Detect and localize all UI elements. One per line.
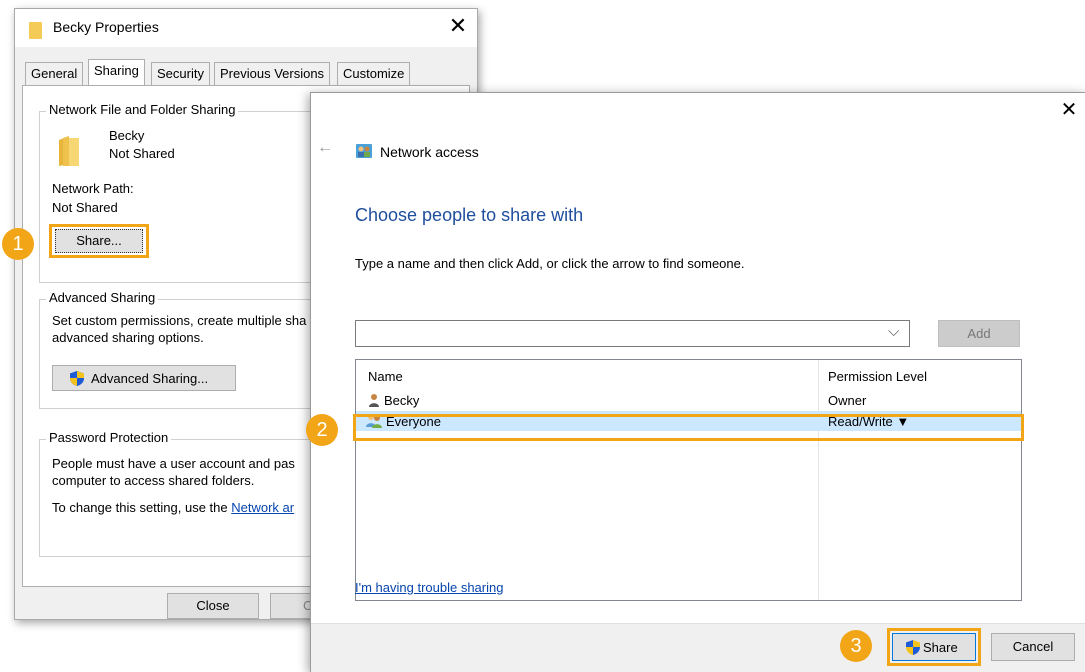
instruction-text: Type a name and then click Add, or click… [355,256,745,271]
properties-close-button[interactable]: ✕ [445,13,471,39]
network-and-sharing-center-link[interactable]: Network ar [231,500,294,515]
column-header-permission[interactable]: Permission Level [828,369,927,384]
tab-security[interactable]: Security [151,62,210,85]
share-confirm-button[interactable]: Share [892,633,976,661]
password-protection-text-1: People must have a user account and pas [52,456,295,471]
network-access-footer: Share Cancel [311,623,1085,672]
advanced-sharing-group-title: Advanced Sharing [46,290,159,305]
tab-customize[interactable]: Customize [337,62,411,85]
back-arrow-icon[interactable]: ← [317,139,333,157]
trouble-sharing-link[interactable]: I'm having trouble sharing [355,580,503,595]
advanced-sharing-desc-2: advanced sharing options. [52,330,204,345]
share-status: Not Shared [109,146,175,161]
network-access-title: Network access [380,144,479,160]
step-badge-1: 1 [2,228,34,260]
folder-name: Becky [109,128,145,143]
properties-tabstrip: General Sharing Security Previous Versio… [15,59,477,86]
name-combobox[interactable]: ⌵ [355,320,910,347]
advanced-sharing-button[interactable]: Advanced Sharing... [52,365,236,391]
tab-previous-versions[interactable]: Previous Versions [214,62,331,85]
network-access-close-button[interactable]: ✕ [1057,97,1081,123]
network-users-icon [356,144,372,158]
password-protection-text-3: To change this setting, use the Network … [52,500,294,515]
step-badge-2: 2 [306,414,338,446]
list-row-becky[interactable]: Becky Owner [356,390,1021,410]
password-protection-group-title: Password Protection [46,430,172,445]
uac-shield-icon [906,640,920,655]
network-access-dialog: ✕ ← Network access Choose people to shar… [310,92,1085,672]
choose-people-heading: Choose people to share with [355,205,584,225]
password-protection-text-3-prefix: To change this setting, use the [52,500,232,515]
advanced-sharing-desc-1: Set custom permissions, create multiple … [52,313,307,328]
cancel-button[interactable]: Cancel [991,633,1075,661]
share-confirm-label: Share [923,640,958,655]
name-input[interactable] [358,323,882,345]
tab-general[interactable]: General [25,62,84,85]
column-header-name[interactable]: Name [368,369,403,384]
network-path-label: Network Path: [52,181,134,196]
properties-titlebar: Becky Properties ✕ [15,9,477,47]
dropdown-arrow-icon[interactable]: ⌵ [888,323,899,340]
folder-icon [29,22,42,39]
row-name: Becky [384,393,420,408]
row-permission: Owner [828,393,867,408]
network-path-value: Not Shared [52,200,118,215]
add-button[interactable]: Add [938,320,1020,347]
advanced-sharing-button-label: Advanced Sharing... [91,371,209,386]
user-icon [369,394,379,407]
share-button[interactable]: Share... [55,229,143,253]
people-list: Name Permission Level Becky Owner Everyo… [355,359,1022,601]
password-protection-text-2: computer to access shared folders. [52,473,255,488]
close-button[interactable]: Close [167,593,259,619]
properties-title: Becky Properties [53,19,159,35]
folder-large-icon [59,136,79,166]
tab-sharing[interactable]: Sharing [88,59,145,85]
network-sharing-group-title: Network File and Folder Sharing [46,102,239,117]
step2-highlight [353,414,1024,441]
uac-shield-icon [70,371,84,386]
step-badge-3: 3 [840,630,872,662]
